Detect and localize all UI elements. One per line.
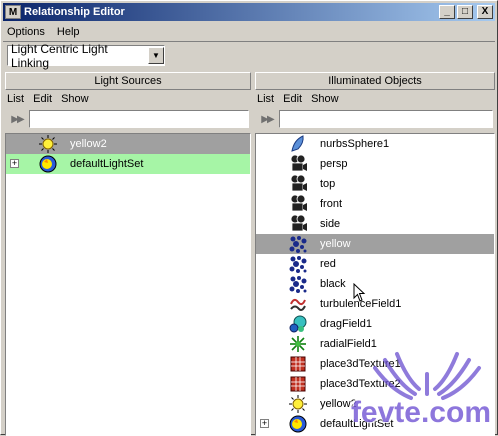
right-menu-show[interactable]: Show	[311, 93, 339, 105]
window-title: Relationship Editor	[24, 6, 125, 18]
camera-icon	[288, 174, 308, 194]
list-item-label: side	[320, 218, 341, 230]
place3d-texture-icon	[288, 354, 308, 374]
list-item-label: defaultLightSet	[70, 158, 144, 170]
camera-icon	[288, 154, 308, 174]
list-item[interactable]: nurbsSphere1	[256, 134, 494, 154]
light-sources-header: Light Sources	[5, 72, 251, 90]
title-bar[interactable]: M Relationship Editor _ □ X	[3, 3, 495, 21]
list-item-label: yellow	[320, 238, 351, 250]
place3d-texture-icon	[288, 374, 308, 394]
maximize-button[interactable]: □	[457, 5, 473, 19]
light-sources-panel: Light Sources List Edit Show ▶▶ yellow2 …	[5, 72, 251, 436]
chevron-down-icon[interactable]: ▼	[148, 47, 164, 64]
list-item[interactable]: turbulenceField1	[256, 294, 494, 314]
maya-app-icon: M	[5, 5, 21, 19]
filter-arrows-icon[interactable]: ▶▶	[5, 110, 29, 128]
list-item-label: nurbsSphere1	[320, 138, 390, 150]
list-item-label: persp	[320, 158, 348, 170]
illuminated-objects-header: Illuminated Objects	[255, 72, 495, 90]
list-item[interactable]: persp	[256, 154, 494, 174]
right-menu-list[interactable]: List	[257, 93, 274, 105]
illuminated-objects-menu: List Edit Show	[255, 90, 495, 108]
list-item[interactable]: side	[256, 214, 494, 234]
list-item[interactable]: red	[256, 254, 494, 274]
expand-plus-icon[interactable]: +	[260, 419, 269, 428]
mode-dropdown-value: Light Centric Light Linking	[11, 41, 108, 70]
list-item[interactable]: front	[256, 194, 494, 214]
camera-icon	[288, 214, 308, 234]
list-item-label: black	[320, 278, 346, 290]
drag-field-icon	[288, 314, 308, 334]
right-menu-edit[interactable]: Edit	[283, 93, 302, 105]
point-light-icon	[288, 394, 308, 414]
particle-icon	[288, 234, 308, 254]
relationship-editor-window: M Relationship Editor _ □ X Options Help…	[0, 0, 498, 436]
light-set-icon	[288, 414, 308, 434]
turbulence-field-icon	[288, 294, 308, 314]
camera-icon	[288, 194, 308, 214]
menu-bar: Options Help	[3, 23, 495, 41]
left-menu-list[interactable]: List	[7, 93, 24, 105]
right-filter-row: ▶▶	[255, 108, 495, 130]
mode-dropdown[interactable]: Light Centric Light Linking ▼	[7, 42, 165, 70]
list-item[interactable]: top	[256, 174, 494, 194]
left-menu-edit[interactable]: Edit	[33, 93, 52, 105]
right-filter-input[interactable]	[279, 110, 493, 128]
list-item[interactable]: yellow2	[6, 134, 250, 154]
mouse-cursor-icon	[353, 283, 367, 303]
radial-field-icon	[288, 334, 308, 354]
minimize-button[interactable]: _	[439, 5, 455, 19]
list-item-label: red	[320, 258, 336, 270]
close-button[interactable]: X	[477, 5, 493, 19]
left-filter-input[interactable]	[29, 110, 249, 128]
light-sources-list: yellow2 + defaultLightSet	[5, 133, 251, 436]
point-light-icon	[38, 134, 58, 154]
left-menu-show[interactable]: Show	[61, 93, 89, 105]
menu-help[interactable]: Help	[57, 26, 80, 38]
filter-arrows-icon[interactable]: ▶▶	[255, 110, 279, 128]
watermark-text: fevte.com	[350, 396, 491, 429]
list-item-label: yellow2	[70, 138, 107, 150]
expand-plus-icon[interactable]: +	[10, 159, 19, 168]
particle-icon	[288, 274, 308, 294]
mode-selector-row: Light Centric Light Linking ▼	[3, 41, 495, 70]
menu-options[interactable]: Options	[7, 26, 45, 38]
list-item[interactable]: black	[256, 274, 494, 294]
left-filter-row: ▶▶	[5, 108, 251, 130]
list-item[interactable]: + defaultLightSet	[6, 154, 250, 174]
list-item[interactable]: dragField1	[256, 314, 494, 334]
list-item-label: dragField1	[320, 318, 372, 330]
list-item-label: top	[320, 178, 336, 190]
nurbs-sphere-icon	[288, 134, 308, 154]
list-item[interactable]: yellow	[256, 234, 494, 254]
light-sources-menu: List Edit Show	[5, 90, 251, 108]
particle-icon	[288, 254, 308, 274]
list-item-label: front	[320, 198, 343, 210]
watermark-logo: fevte.com	[351, 334, 497, 434]
light-set-icon	[38, 154, 58, 174]
